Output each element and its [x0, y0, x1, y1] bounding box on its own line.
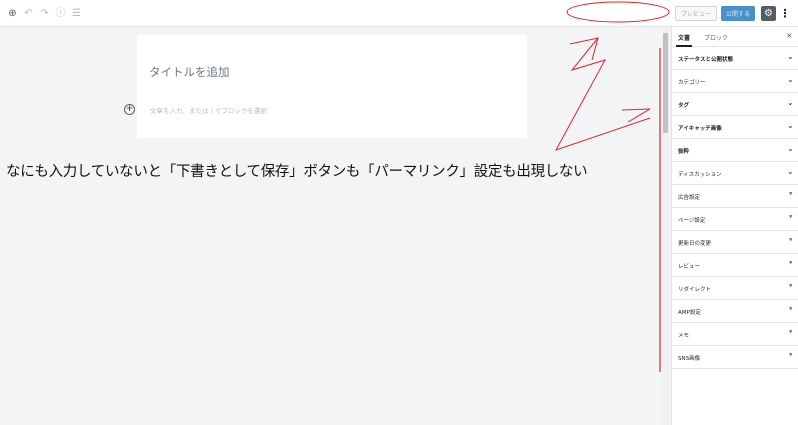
sidebar-panel-label: AMP設定 [678, 310, 701, 316]
triangle-down-icon: ▼ [789, 353, 793, 358]
sidebar-panel[interactable]: アイキャッチ画像 ⌄ [672, 116, 798, 139]
tab-document[interactable]: 文書 [678, 33, 690, 42]
sidebar-panel[interactable]: SNS画像 ▼ [672, 346, 798, 369]
editor-canvas: タイトルを追加 文章を入力、または / でブロックを選択 [137, 35, 527, 138]
annotation-zigzag-line [554, 37, 651, 151]
add-block-icon[interactable]: ⊕ [7, 8, 18, 19]
sidebar-tabs: 文書 ブロック × [672, 27, 798, 47]
triangle-down-icon: ▼ [789, 192, 793, 197]
sidebar-panel[interactable]: ディスカッション ⌄ [672, 162, 798, 185]
chevron-down-icon: ⌄ [787, 167, 794, 176]
sidebar-panel[interactable]: 抜粋 ⌄ [672, 139, 798, 162]
sidebar-panel[interactable]: リダイレクト ▼ [672, 277, 798, 300]
chevron-down-icon: ⌄ [787, 144, 794, 153]
sidebar-panel-label: カテゴリー [678, 80, 706, 86]
arrow-head-right [621, 108, 651, 123]
tab-block[interactable]: ブロック [704, 33, 728, 42]
triangle-down-icon: ▼ [789, 215, 793, 220]
sidebar-panel[interactable]: レビュー ▼ [672, 254, 798, 277]
sidebar-panel-label: ステータスと公開状態 [678, 57, 734, 63]
arrow-head-up [569, 37, 599, 61]
sidebar-panel[interactable]: タグ ⌄ [672, 93, 798, 116]
sidebar-panel[interactable]: 広告設定 ▼ [672, 185, 798, 208]
sidebar-panel-label: ディスカッション [678, 172, 722, 178]
chevron-down-icon: ⌄ [787, 52, 794, 61]
triangle-down-icon: ▼ [789, 261, 793, 266]
chevron-down-icon: ⌄ [787, 75, 794, 84]
block-appender[interactable]: 文章を入力、または / でブロックを選択 [150, 105, 267, 115]
close-icon[interactable]: × [786, 31, 793, 40]
undo-icon[interactable]: ↶ [23, 8, 34, 19]
plus-icon: + [125, 104, 134, 114]
editor-toolbar: ⊕ ↶ ↷ ⓘ ☰ プレビュー 公開する ⚙ ⋮ [0, 0, 798, 27]
sidebar-panel[interactable]: カテゴリー ⌄ [672, 70, 798, 93]
sidebar-panel-label: SNS画像 [678, 356, 701, 362]
editor-scrollbar-thumb[interactable] [663, 33, 668, 133]
sidebar-panel-label: 抜粋 [678, 149, 690, 155]
chevron-down-icon: ⌄ [787, 98, 794, 107]
annotation-note: なにも入力していないと「下書きとして保存」ボタンも「パーマリンク」設定も出現しな… [6, 164, 588, 180]
sidebar-panel-label: メモ [678, 333, 690, 339]
info-icon[interactable]: ⓘ [55, 8, 66, 19]
more-options-button[interactable]: ⋮ [779, 6, 791, 21]
triangle-down-icon: ▼ [789, 284, 793, 289]
sidebar-panel-label: レビュー [678, 264, 701, 270]
sidebar-panel-label: リダイレクト [678, 287, 712, 293]
post-title-input[interactable]: タイトルを追加 [149, 64, 230, 80]
inline-add-block-button[interactable]: + [124, 104, 135, 115]
sidebar-panel[interactable]: メモ ▼ [672, 323, 798, 346]
sidebar-panel[interactable]: 更新日の変更 ▼ [672, 231, 798, 254]
gear-icon: ⚙ [764, 7, 773, 19]
settings-sidebar: 文書 ブロック × ステータスと公開状態 ⌄ カテゴリー ⌄ タグ ⌄ アイキャッチ画像 ⌄ 抜… [671, 27, 798, 425]
sidebar-panel[interactable]: ページ設定 ▼ [672, 208, 798, 231]
sidebar-panel-label: ページ設定 [678, 218, 706, 224]
triangle-down-icon: ▼ [789, 307, 793, 312]
list-view-icon[interactable]: ☰ [71, 8, 82, 19]
redo-icon[interactable]: ↷ [39, 8, 50, 19]
more-vertical-icon: ⋮ [779, 7, 791, 20]
sidebar-panel[interactable]: ステータスと公開状態 ⌄ [672, 47, 798, 70]
sidebar-panel[interactable]: AMP設定 ▼ [672, 300, 798, 323]
sidebar-panel-label: アイキャッチ画像 [678, 126, 722, 132]
sidebar-panel-label: 更新日の変更 [678, 241, 712, 247]
publish-button[interactable]: 公開する [721, 6, 755, 21]
preview-button[interactable]: プレビュー [675, 6, 717, 21]
triangle-down-icon: ▼ [789, 330, 793, 335]
sidebar-panel-label: 広告設定 [678, 195, 701, 201]
sidebar-panel-label: タグ [678, 103, 690, 109]
settings-button[interactable]: ⚙ [761, 6, 776, 21]
triangle-down-icon: ▼ [789, 238, 793, 243]
chevron-down-icon: ⌄ [787, 121, 794, 130]
